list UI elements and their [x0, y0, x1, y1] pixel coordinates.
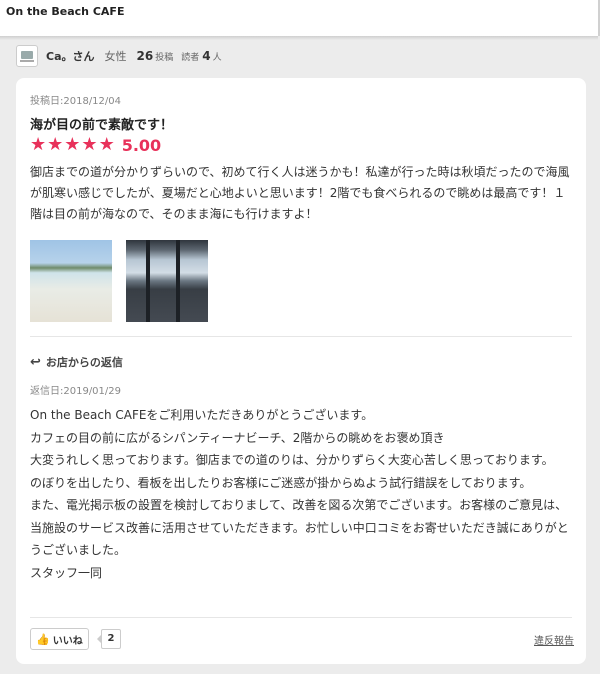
- star-icon: ★: [98, 134, 115, 155]
- reviewer-info: Ca。さん 女性 26 投稿 読者 4 人: [16, 44, 586, 68]
- like-label: いいね: [52, 635, 83, 647]
- readers-unit: 人: [212, 52, 222, 63]
- review-title: 海が目の前で素敵です！: [30, 118, 174, 133]
- thumbs-up-icon: 👍: [36, 632, 50, 646]
- avatar[interactable]: [16, 45, 38, 67]
- divider: [30, 336, 572, 337]
- reply-arrow-icon: ↩: [30, 354, 41, 370]
- posts-count: 26: [136, 49, 154, 63]
- star-icon: ★: [64, 134, 81, 155]
- reply-body: On the Beach CAFEをご利用いただきありがとうございます。 カフェ…: [30, 408, 569, 580]
- divider: [30, 617, 572, 618]
- rating-score: 5.00: [121, 135, 162, 155]
- report-link[interactable]: 違反報告: [534, 632, 574, 647]
- reviewer-gender: 女性: [104, 50, 127, 63]
- post-date: 投稿日:2018/12/04: [30, 96, 122, 107]
- reply-heading-label: お店からの返信: [45, 356, 123, 369]
- readers-label: 読者: [181, 52, 200, 63]
- review-body: 御店までの道が分かりずらいので、初めて行く人は迷うかも！私達が行った時は秋頃だっ…: [30, 165, 570, 221]
- page-title: On the Beach CAFE: [6, 5, 125, 18]
- window-frame: [146, 240, 150, 322]
- readers-count: 4: [202, 49, 211, 63]
- app-header: On the Beach CAFE: [0, 0, 600, 40]
- cafe-interior-photo[interactable]: [126, 240, 208, 322]
- star-icon: ★: [30, 134, 47, 155]
- reply-date: 返信日:2019/01/29: [30, 386, 122, 397]
- star-icon: ★: [47, 134, 64, 155]
- reviewer-name[interactable]: Ca。さん: [46, 48, 95, 64]
- posts-label: 投稿: [155, 52, 174, 63]
- window-frame: [176, 240, 180, 322]
- like-count: 2: [97, 629, 121, 649]
- rating-stars: ★ ★ ★ ★ ★ 5.00: [30, 134, 161, 156]
- review-panel: Ca。さん 女性 26 投稿 読者 4 人 投稿日:2018/12/04 海が目…: [6, 40, 596, 672]
- like-button[interactable]: 👍 いいね: [30, 628, 89, 650]
- review-card: 投稿日:2018/12/04 海が目の前で素敵です！ ★ ★ ★ ★ ★ 5.0…: [16, 78, 586, 664]
- reply-heading: ↩ お店からの返信: [30, 354, 123, 370]
- star-icon: ★: [81, 134, 98, 155]
- beach-photo[interactable]: [30, 240, 112, 322]
